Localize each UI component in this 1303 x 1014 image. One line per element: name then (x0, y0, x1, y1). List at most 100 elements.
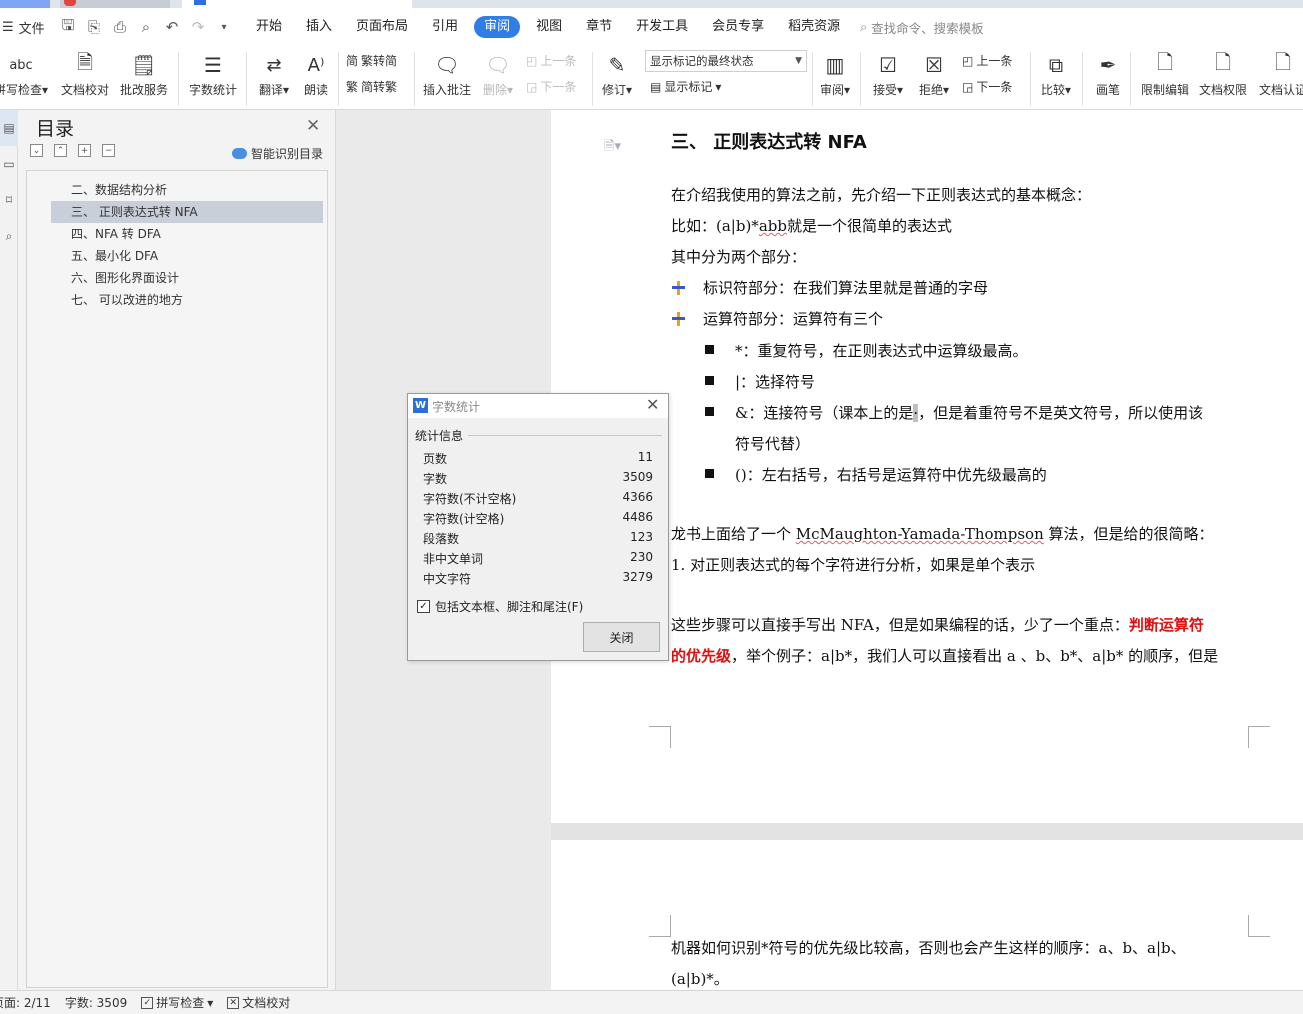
trad-to-simp-button[interactable]: 简繁转简 (346, 52, 397, 69)
toc-item[interactable]: 六、图形化界面设计 (51, 267, 323, 289)
ink-button[interactable]: ✒ 画笔 (1090, 48, 1126, 98)
permission-icon: 🗋 (1214, 50, 1232, 74)
review-ribbon: abc 拼写检查▾ 🗎 文档校对 🗒 批改服务 ☰ 字数统计 ⇄ 翻译▾ A⁾ … (0, 46, 1303, 110)
prev-comment-button[interactable]: ◰ 上一条 (526, 52, 576, 69)
reject-icon: ☒ (925, 53, 943, 77)
translate-button[interactable]: ⇄ 翻译▾ (254, 48, 294, 98)
sub-bullet-item: |：选择符号 (735, 373, 816, 391)
bullet-icon (672, 281, 685, 295)
show-markup-icon: ▤ (650, 79, 662, 94)
minus-icon[interactable]: − (102, 144, 115, 157)
show-markup-button[interactable]: ▤ 显示标记 ▾ (650, 78, 721, 95)
tab-member[interactable]: 会员专享 (700, 16, 776, 38)
next-change-button[interactable]: ◲ 下一条 (962, 78, 1012, 95)
word-count-button[interactable]: ☰ 字数统计 (186, 48, 240, 98)
tab-docer[interactable]: 稻壳资源 (776, 16, 852, 38)
menu-bar: ☰ 文件 🖫 ⎘ ⎙ ⌕ ↶ ↷ ▾ 开始 插入 页面布局 引用 审阅 视图 章… (0, 8, 1303, 46)
tab-view[interactable]: 视图 (524, 16, 574, 38)
spell-check-button[interactable]: abc 拼写检查▾ (0, 48, 50, 98)
file-menu[interactable]: ☰ 文件 (0, 18, 52, 37)
tab-home[interactable] (0, 0, 50, 8)
tab-references[interactable]: 引用 (420, 16, 470, 38)
file-menu-label: 文件 (18, 21, 45, 37)
command-search[interactable]: ⌕ 查找命令、搜索模板 (860, 18, 984, 37)
numbered-item: 1. 对正则表达式的每个字符进行分析，如果是单个表示 (671, 556, 1036, 574)
stat-row: 页数 11 (423, 447, 653, 467)
accept-icon: ☑ (879, 53, 897, 77)
markup-state-select[interactable]: 显示标记的最终状态 ▼ (645, 50, 807, 72)
correction-service-button[interactable]: 🗒 批改服务 (117, 48, 171, 98)
certificate-icon: 🗋 (1274, 50, 1292, 74)
close-icon[interactable]: ✕ (306, 116, 320, 136)
doc-proof-toggle[interactable]: ✕ 文档校对 (227, 994, 290, 1011)
tab-review[interactable]: 审阅 (474, 16, 521, 38)
trad-simp-icon: 简 (346, 54, 359, 68)
toc-rail-icon[interactable]: ▤ (0, 110, 18, 146)
accept-button[interactable]: ☑ 接受▾ (868, 48, 908, 98)
doc-cert-button[interactable]: 🗋 文档认证 (1256, 48, 1303, 98)
toc-item-selected[interactable]: 三、 正则表达式转 NFA (51, 201, 323, 223)
doc-permission-button[interactable]: 🗋 文档权限 (1196, 48, 1250, 98)
word-count-indicator[interactable]: 字数: 3509 (65, 994, 127, 1011)
more-icon[interactable]: ▾ (214, 22, 234, 33)
doc-proof-button[interactable]: 🗎 文档校对 (58, 48, 112, 98)
paragraph: 在介绍我使用的算法之前，先介绍一下正则表达式的基本概念： (671, 186, 1092, 204)
track-changes-button[interactable]: ✎ 修订▾ (598, 48, 636, 98)
document-tab-strip (0, 0, 1303, 8)
print-icon[interactable]: ⎙ (110, 18, 130, 36)
side-rail: ▤ ▭ ⌑ ⌕ (0, 110, 18, 990)
read-aloud-button[interactable]: A⁾ 朗读 (298, 48, 334, 98)
add-icon[interactable]: + (78, 144, 91, 157)
close-icon[interactable]: ✕ (646, 395, 659, 414)
close-button[interactable]: 关闭 (583, 622, 660, 652)
toc-item[interactable]: 二、数据结构分析 (51, 179, 323, 201)
dialog-titlebar[interactable]: W 字数统计 ✕ (408, 394, 668, 418)
toc-item[interactable]: 四、NFA 转 DFA (51, 223, 323, 245)
paragraph-menu-icon[interactable]: 🗎▾ (604, 137, 621, 159)
tab-developer[interactable]: 开发工具 (624, 16, 700, 38)
page-margin-mark (649, 726, 671, 748)
wps-writer-icon: W (413, 398, 428, 413)
next-comment-button[interactable]: ◲ 下一条 (526, 78, 576, 95)
smart-toc-icon (232, 148, 247, 159)
expand-icon[interactable]: ⌃ (54, 144, 67, 157)
toc-item[interactable]: 五、最小化 DFA (51, 245, 323, 267)
redo-icon[interactable]: ↷ (188, 18, 208, 36)
tab-insert[interactable]: 插入 (294, 16, 344, 38)
delete-comment-button[interactable]: 🗨 删除▾ (478, 48, 518, 98)
reject-button[interactable]: ☒ 拒绝▾ (914, 48, 954, 98)
search-rail-icon[interactable]: ⌕ (0, 218, 18, 254)
page-indicator[interactable]: 页面: 2/11 (0, 994, 51, 1011)
export-icon[interactable]: ⎘ (84, 18, 104, 36)
toc-item[interactable]: 七、 可以改进的地方 (51, 289, 323, 311)
tab-start[interactable]: 开始 (244, 16, 294, 38)
include-textbox-checkbox[interactable]: ✓ 包括文本框、脚注和尾注(F) (417, 598, 583, 615)
spell-check-toggle[interactable]: ✓ 拼写检查 ▾ (141, 994, 213, 1011)
prev-change-button[interactable]: ◰ 上一条 (962, 52, 1012, 69)
simp-to-trad-button[interactable]: 繁简转繁 (346, 78, 397, 95)
tab-section[interactable]: 章节 (574, 16, 624, 38)
review-pane-button[interactable]: ▥ 审阅▾ (816, 48, 854, 98)
undo-icon[interactable]: ↶ (162, 18, 182, 36)
stat-label: 页数 (423, 452, 448, 466)
correction-icon: 🗒 (131, 53, 157, 77)
toc-tools: ⌄ ⌃ + − (30, 144, 115, 157)
tab-active-document[interactable] (182, 0, 412, 8)
smart-toc-button[interactable]: 智能识别目录 (232, 145, 323, 162)
print-preview-icon[interactable]: ⌕ (136, 18, 156, 36)
track-changes-icon: ✎ (608, 53, 626, 77)
review-pane-icon: ▥ (825, 53, 845, 77)
compare-button[interactable]: ⧉ 比较▾ (1036, 48, 1076, 98)
insert-comment-icon: 🗨 (434, 53, 460, 77)
insert-comment-button[interactable]: 🗨 插入批注 (420, 48, 474, 98)
search-placeholder: 查找命令、搜索模板 (871, 20, 984, 36)
save-icon[interactable]: 🖫 (58, 15, 78, 40)
bookmark-rail-icon[interactable]: ⌑ (0, 182, 18, 218)
delete-comment-icon: 🗨 (485, 53, 511, 77)
tab-layout[interactable]: 页面布局 (344, 16, 420, 38)
chevron-down-icon: ▼ (795, 56, 802, 66)
restrict-edit-button[interactable]: 🗋 限制编辑 (1138, 48, 1192, 98)
pages-rail-icon[interactable]: ▭ (0, 146, 18, 182)
collapse-icon[interactable]: ⌄ (30, 144, 43, 157)
tab-pdf[interactable] (60, 0, 170, 8)
